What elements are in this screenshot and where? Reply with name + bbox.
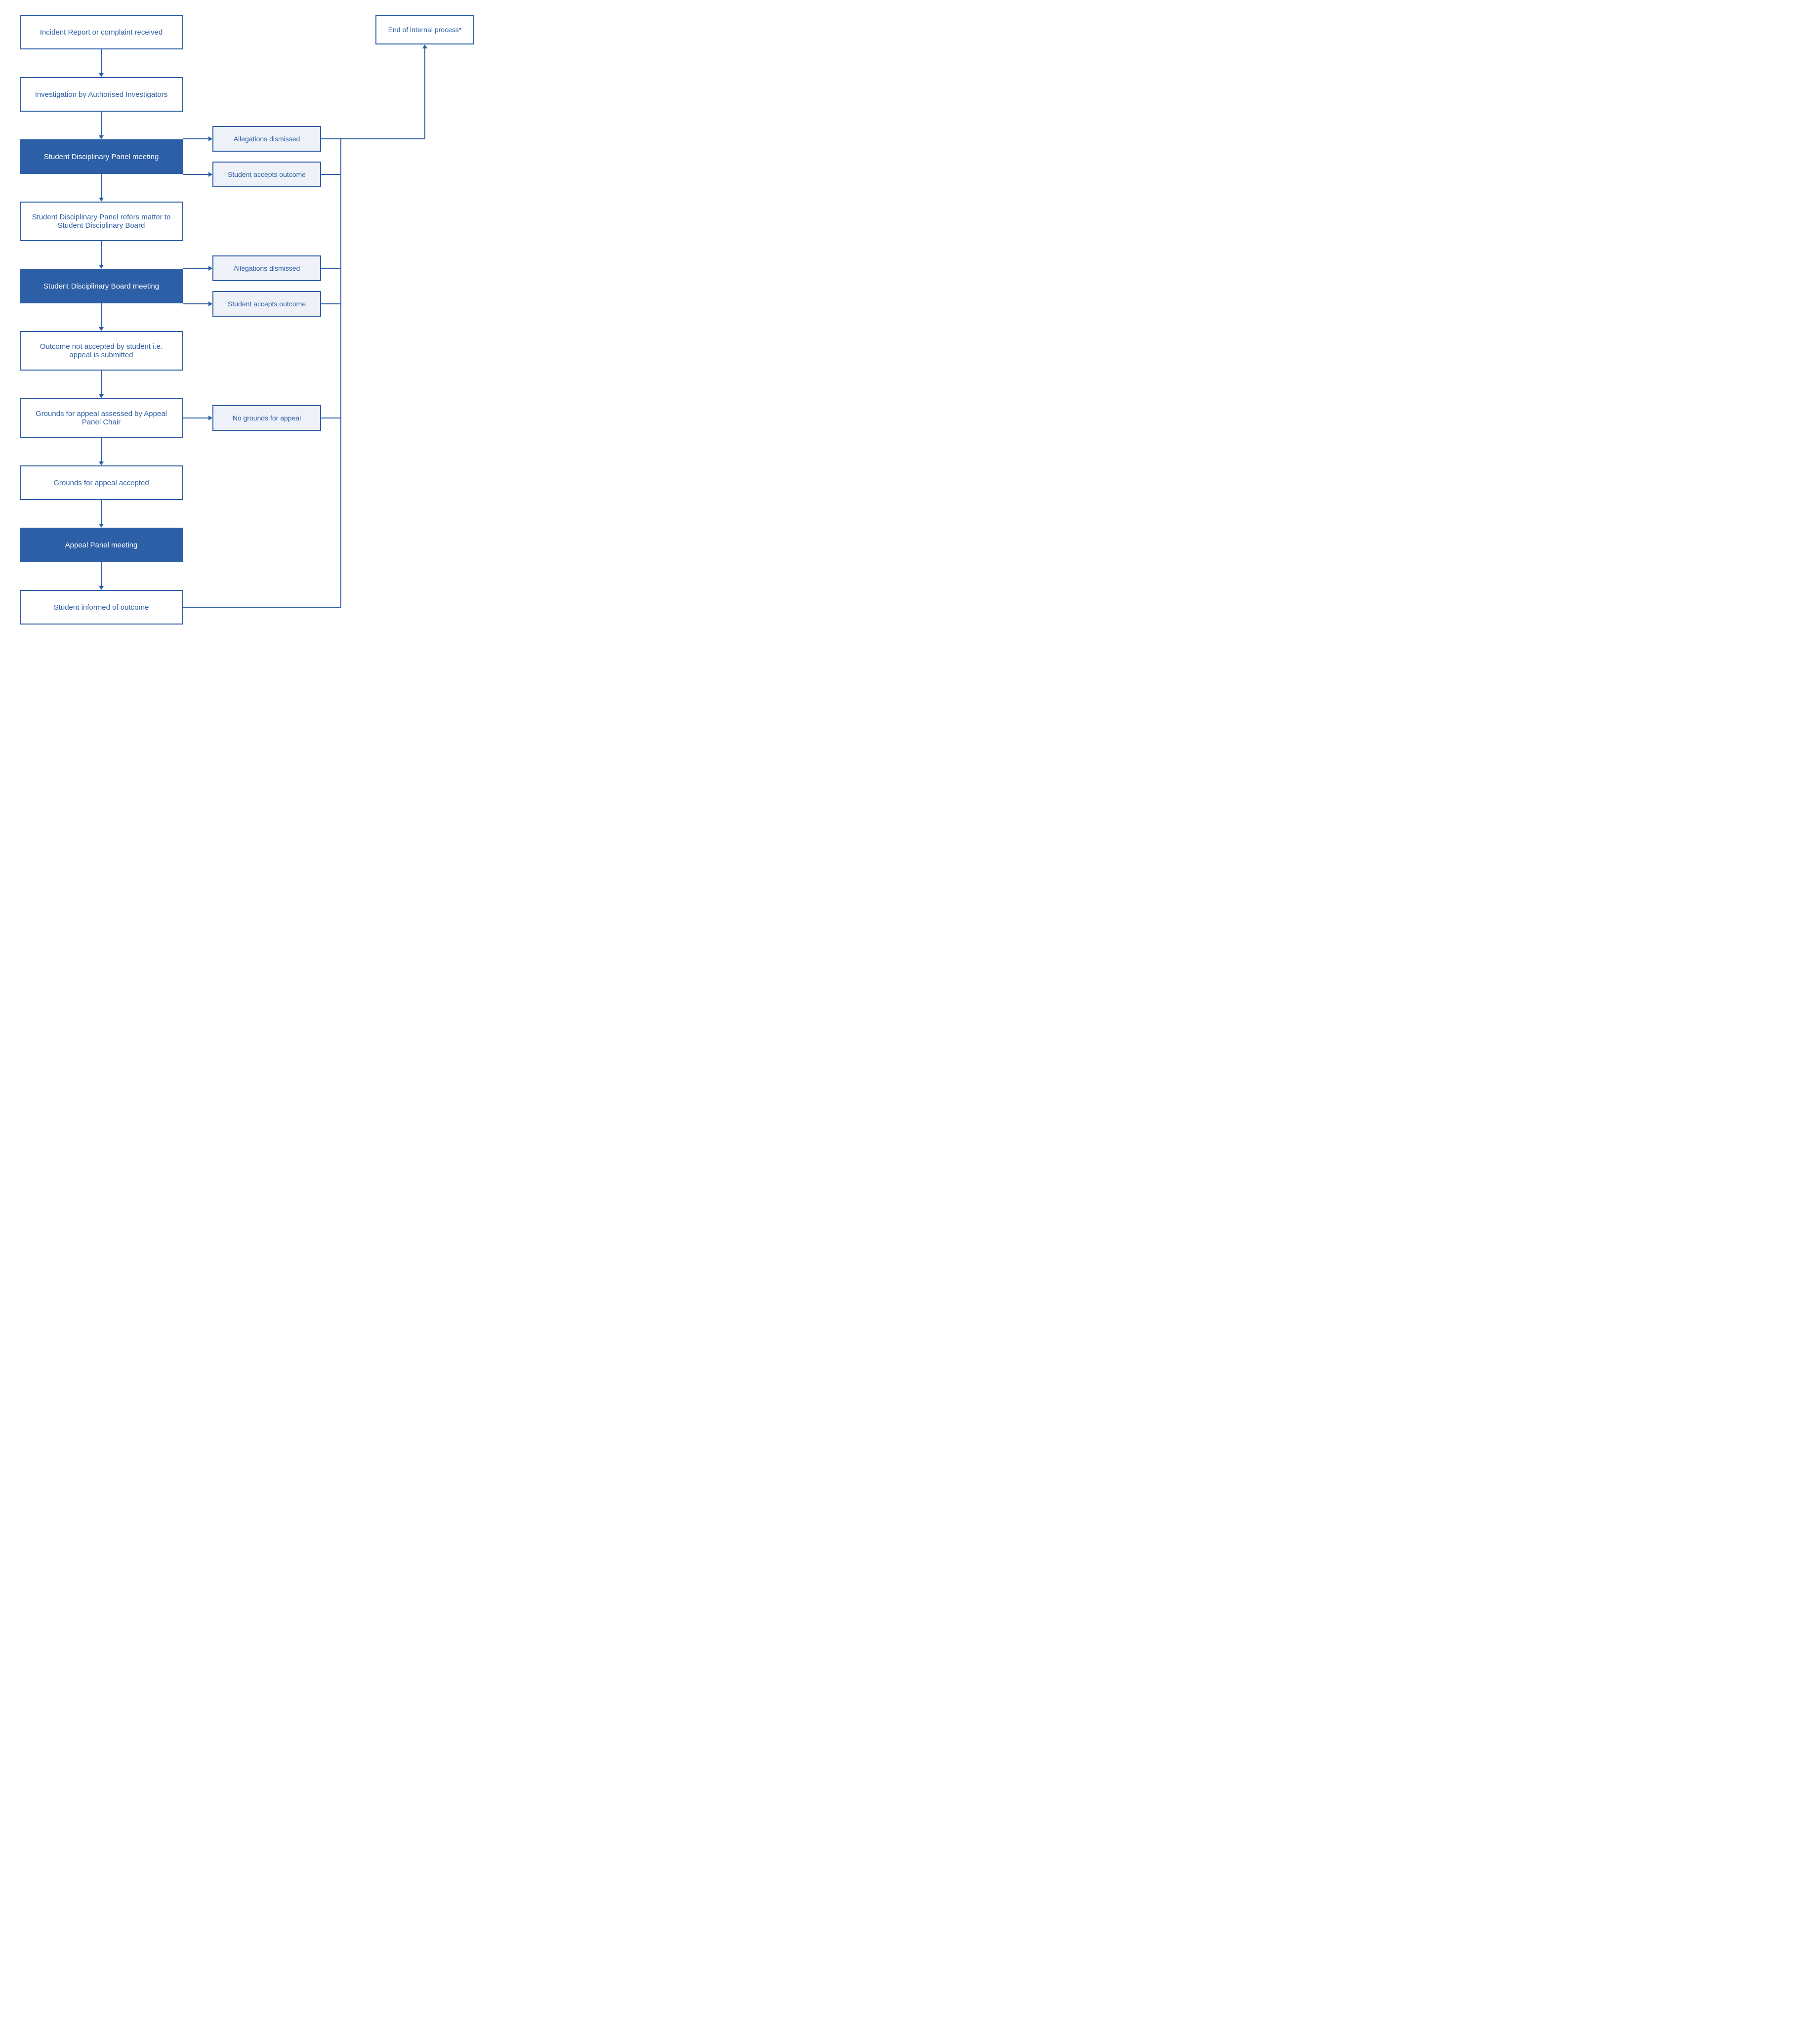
student-informed-label: Student informed of outcome [54,603,149,612]
allegations-dismissed-2-label: Allegations dismissed [234,264,300,272]
investigation-box: Investigation by Authorised Investigator… [20,77,183,112]
student-accepts-2-label: Student accepts outcome [228,300,306,308]
no-grounds-label: No grounds for appeal [233,414,301,422]
panel-meeting-box: Student Disciplinary Panel meeting [20,139,183,174]
end-of-process-box: End of internal process* [375,15,474,44]
allegations-dismissed-1-label: Allegations dismissed [234,135,300,143]
incident-box: Incident Report or complaint received [20,15,183,49]
appeal-panel-box: Appeal Panel meeting [20,528,183,562]
grounds-accepted-label: Grounds for appeal accepted [53,479,149,487]
panel-meeting-label: Student Disciplinary Panel meeting [44,153,159,161]
panel-refers-box: Student Disciplinary Panel refers matter… [20,202,183,241]
student-informed-box: Student informed of outcome [20,590,183,625]
grounds-accepted-box: Grounds for appeal accepted [20,465,183,500]
board-meeting-label: Student Disciplinary Board meeting [43,282,159,291]
student-accepts-2-box: Student accepts outcome [212,291,321,317]
incident-label: Incident Report or complaint received [40,28,163,37]
grounds-assessed-label: Grounds for appeal assessed by Appeal Pa… [31,410,172,426]
no-grounds-box: No grounds for appeal [212,405,321,431]
allegations-dismissed-2-box: Allegations dismissed [212,255,321,281]
outcome-not-accepted-box: Outcome not accepted by student i.e. app… [20,331,183,371]
grounds-assessed-box: Grounds for appeal assessed by Appeal Pa… [20,398,183,438]
allegations-dismissed-1-box: Allegations dismissed [212,126,321,152]
flowchart-wrapper: End of internal process* Allegations dis… [15,10,489,662]
student-accepts-1-label: Student accepts outcome [228,170,306,178]
appeal-panel-label: Appeal Panel meeting [65,541,138,549]
investigation-label: Investigation by Authorised Investigator… [35,90,168,99]
panel-refers-label: Student Disciplinary Panel refers matter… [31,213,172,230]
outcome-not-accepted-label: Outcome not accepted by student i.e. app… [31,342,172,359]
board-meeting-box: Student Disciplinary Board meeting [20,269,183,303]
student-accepts-1-box: Student accepts outcome [212,162,321,187]
end-of-process-label: End of internal process* [388,26,462,34]
